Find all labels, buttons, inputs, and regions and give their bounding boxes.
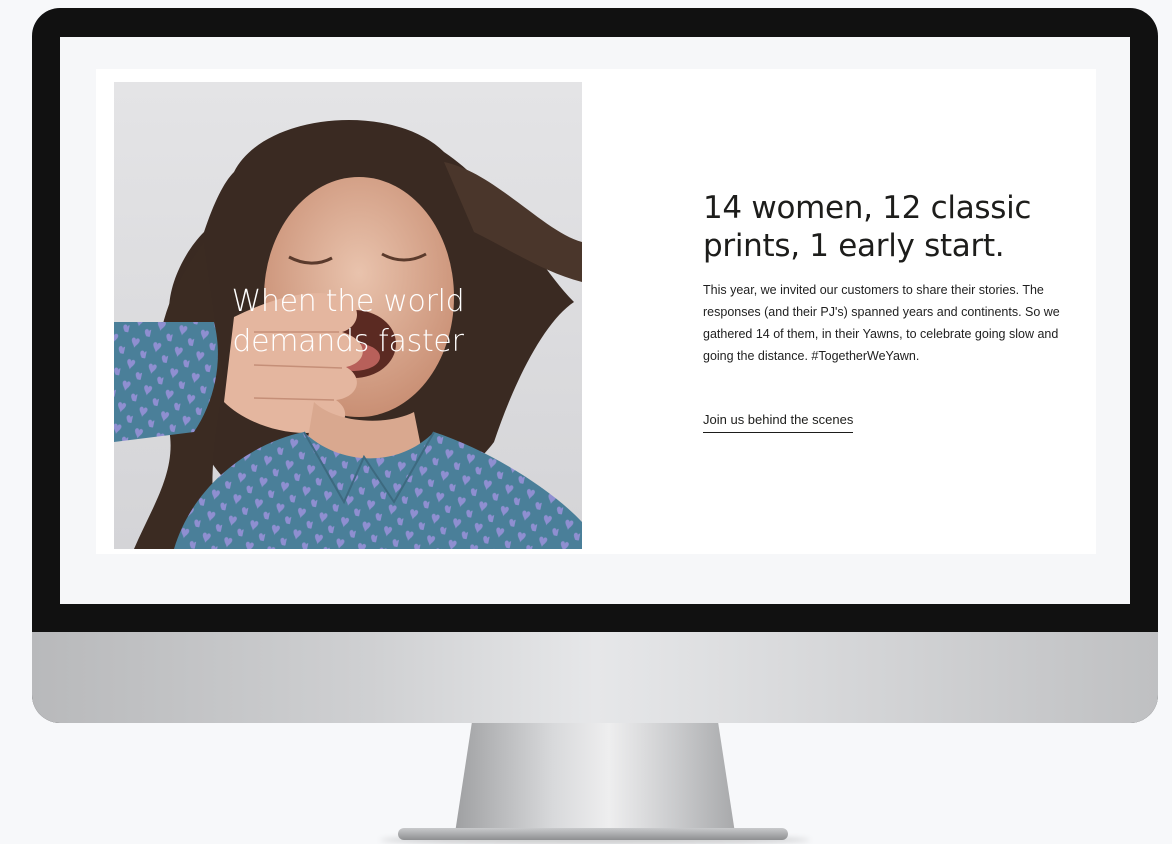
photo-caption-line-1: When the world xyxy=(231,284,465,319)
photo-caption: When the world demands faster xyxy=(114,282,582,362)
monitor-chin xyxy=(32,632,1158,723)
promo-headline-line-2: prints, 1 early start. xyxy=(703,228,1005,264)
promo-headline: 14 women, 12 classic prints, 1 early sta… xyxy=(703,189,1063,265)
promo-text-column: 14 women, 12 classic prints, 1 early sta… xyxy=(703,189,1063,433)
monitor-stand xyxy=(455,723,735,833)
stage: When the world demands faster 14 women, … xyxy=(0,0,1172,844)
promo-section: When the world demands faster 14 women, … xyxy=(96,69,1096,554)
promo-body-text: This year, we invited our customers to s… xyxy=(703,283,1060,363)
hero-photo: When the world demands faster xyxy=(114,82,582,549)
promo-headline-line-1: 14 women, 12 classic xyxy=(703,190,1032,226)
monitor-stand-base xyxy=(398,828,788,840)
join-behind-scenes-link[interactable]: Join us behind the scenes xyxy=(703,412,854,433)
monitor-frame: When the world demands faster 14 women, … xyxy=(32,8,1158,723)
photo-caption-line-2: demands faster xyxy=(232,324,464,359)
monitor-screen: When the world demands faster 14 women, … xyxy=(60,37,1130,604)
